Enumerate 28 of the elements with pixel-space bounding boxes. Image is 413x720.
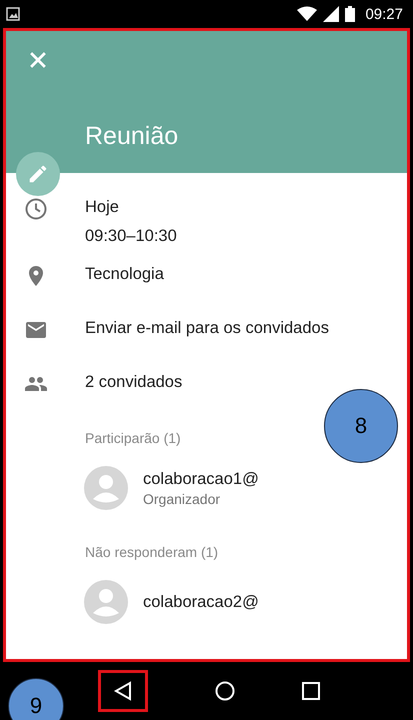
event-title: Reunião <box>85 122 178 151</box>
home-icon[interactable] <box>214 681 234 701</box>
image-icon <box>6 7 20 21</box>
guest-name: colaboracao1@ <box>143 470 259 488</box>
clock-icon <box>24 197 48 221</box>
back-icon <box>112 681 132 701</box>
clock-time: 09:27 <box>365 6 403 22</box>
event-date: Hoje <box>85 197 120 217</box>
recents-icon[interactable] <box>302 682 320 700</box>
section-heading: Participarão (1) <box>85 430 182 446</box>
wifi-icon <box>297 6 318 22</box>
close-icon[interactable] <box>30 52 46 68</box>
battery-icon <box>345 6 356 22</box>
signal-icon <box>323 6 340 22</box>
pencil-icon <box>27 163 49 185</box>
avatar-icon <box>84 466 128 510</box>
annotation-marker: 8 <box>324 389 398 463</box>
event-time: 09:30–10:30 <box>85 226 177 246</box>
section-heading: Não responderam (1) <box>85 544 220 560</box>
avatar-icon <box>84 580 128 624</box>
guest-count: 2 convidados <box>85 372 182 392</box>
guest-role: Organizador <box>143 490 222 506</box>
guest-name: colaboracao2@ <box>143 592 259 612</box>
email-guests-link[interactable]: Enviar e-mail para os convidados <box>85 318 329 338</box>
back-button[interactable] <box>98 670 148 712</box>
annotation-marker: 9 <box>8 678 64 720</box>
edit-button[interactable] <box>16 152 60 196</box>
event-location: Tecnologia <box>85 264 164 284</box>
